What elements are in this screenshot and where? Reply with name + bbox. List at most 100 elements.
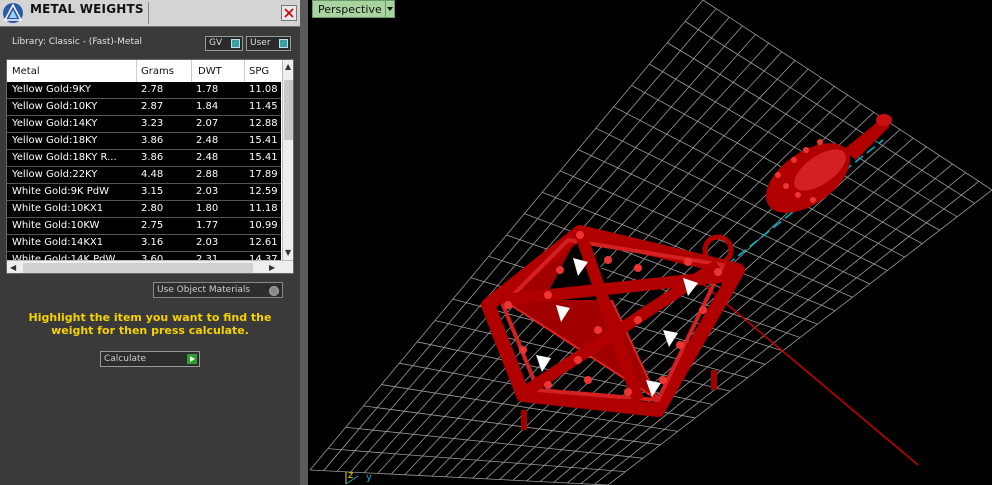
viewport-mode-tab[interactable]: Perspective — [312, 0, 388, 18]
star-of-david-pendant[interactable] — [481, 225, 745, 430]
user-indicator-icon — [279, 39, 288, 48]
col-header-dwt[interactable]: DWT — [198, 66, 222, 77]
col-header-spg[interactable]: SPG — [249, 66, 269, 77]
cell-dwt: 1.80 — [196, 203, 219, 214]
table-body: Yellow Gold:9KY 2.78 1.78 11.08 Yellow Gold:… — [7, 82, 281, 269]
cell-spg: 12.88 — [249, 118, 278, 129]
scroll-thumb[interactable] — [284, 80, 293, 140]
bail-model[interactable] — [754, 114, 892, 227]
cell-dwt: 2.03 — [196, 186, 219, 197]
scroll-up-icon[interactable]: ▲ — [285, 62, 291, 71]
gv-toggle[interactable]: GV — [205, 36, 243, 51]
matrix-logo-icon — [2, 2, 24, 24]
use-object-materials-label: Use Object Materials — [157, 285, 251, 295]
cell-grams: 2.87 — [141, 101, 164, 112]
radio-icon — [269, 286, 279, 296]
grid-line — [580, 172, 966, 484]
viewport-canvas[interactable]: z y — [308, 0, 992, 485]
col-divider — [136, 60, 137, 82]
panel-titlebar: METAL WEIGHTS — [0, 0, 300, 27]
scroll-right-icon[interactable]: ▶ — [269, 263, 275, 272]
cell-spg: 12.61 — [249, 237, 278, 248]
user-label: User — [250, 38, 271, 48]
cell-grams: 3.16 — [141, 237, 164, 248]
horizontal-scrollbar[interactable]: ◀ ▶ — [7, 260, 293, 273]
cell-grams: 2.80 — [141, 203, 164, 214]
table-row[interactable]: White Gold:10KX1 2.80 1.80 11.18 — [7, 201, 281, 218]
use-object-materials-toggle[interactable]: Use Object Materials — [153, 282, 283, 298]
col-divider — [191, 60, 192, 82]
play-arrow-icon — [187, 354, 197, 364]
cell-metal: Yellow Gold:14KY — [12, 118, 98, 129]
table-row[interactable]: Yellow Gold:18KY R... 3.86 2.48 15.41 — [7, 150, 281, 167]
hscroll-thumb[interactable] — [23, 263, 253, 273]
axis-y-label: y — [366, 472, 372, 483]
cell-dwt: 2.03 — [196, 237, 219, 248]
panel-title: METAL WEIGHTS — [30, 2, 144, 16]
cell-metal: White Gold:10KW — [12, 220, 100, 231]
metal-table: Metal Grams DWT SPG Yellow Gold:9KY 2.78 1… — [6, 59, 294, 274]
cell-grams: 2.78 — [141, 84, 164, 95]
perspective-viewport[interactable]: z y Perspective — [308, 0, 992, 485]
cell-metal: Yellow Gold:18KY R... — [12, 152, 117, 163]
col-header-metal[interactable]: Metal — [12, 66, 40, 77]
cell-spg: 11.18 — [249, 203, 278, 214]
col-header-grams[interactable]: Grams — [141, 66, 174, 77]
close-icon — [284, 8, 294, 18]
instruction-text: Highlight the item you want to find the … — [28, 311, 272, 337]
col-divider — [244, 60, 245, 82]
cell-metal: Yellow Gold:18KY — [12, 135, 98, 146]
cell-dwt: 1.77 — [196, 220, 219, 231]
grid-line — [594, 181, 980, 485]
library-label: Library: Classic - (Fast)-Metal — [12, 37, 143, 47]
axis-z-label: z — [348, 470, 353, 481]
cell-spg: 10.99 — [249, 220, 278, 231]
table-row[interactable]: Yellow Gold:9KY 2.78 1.78 11.08 — [7, 82, 281, 99]
grid-line — [631, 85, 923, 244]
gv-indicator-icon — [231, 39, 240, 48]
cell-grams: 3.86 — [141, 152, 164, 163]
calculate-button[interactable]: Calculate — [100, 351, 200, 367]
gv-label: GV — [209, 38, 223, 48]
cell-grams: 3.86 — [141, 135, 164, 146]
cell-dwt: 2.48 — [196, 152, 219, 163]
cell-dwt: 2.07 — [196, 118, 219, 129]
table-row[interactable]: Yellow Gold:18KY 3.86 2.48 15.41 — [7, 133, 281, 150]
cell-metal: Yellow Gold:9KY — [12, 84, 91, 95]
cell-dwt: 2.48 — [196, 135, 219, 146]
cell-dwt: 1.78 — [196, 84, 219, 95]
panel-splitter[interactable] — [300, 0, 308, 485]
scroll-down-icon[interactable]: ▼ — [285, 248, 291, 257]
table-header: Metal Grams DWT SPG — [7, 60, 281, 82]
title-divider — [148, 2, 149, 24]
cell-grams: 3.15 — [141, 186, 164, 197]
cell-grams: 2.75 — [141, 220, 164, 231]
cell-spg: 12.59 — [249, 186, 278, 197]
vertical-scrollbar[interactable]: ▲ ▼ — [282, 60, 293, 260]
cell-grams: 4.48 — [141, 169, 164, 180]
cell-metal: White Gold:10KX1 — [12, 203, 104, 214]
user-toggle[interactable]: User — [246, 36, 291, 51]
cell-spg: 15.41 — [249, 152, 278, 163]
table-row[interactable]: Yellow Gold:14KY 3.23 2.07 12.88 — [7, 116, 281, 133]
viewport-mode-dropdown[interactable] — [385, 0, 395, 18]
grid-line — [613, 106, 905, 258]
cell-metal: White Gold:14KX1 — [12, 237, 104, 248]
scroll-left-icon[interactable]: ◀ — [10, 263, 16, 272]
table-row[interactable]: White Gold:10KW 2.75 1.77 10.99 — [7, 218, 281, 235]
table-row[interactable]: Yellow Gold:22KY 4.48 2.88 17.89 — [7, 167, 281, 184]
table-row[interactable]: Yellow Gold:10KY 2.87 1.84 11.45 — [7, 99, 281, 116]
chevron-down-icon — [387, 7, 393, 11]
metal-weights-panel: METAL WEIGHTS Library: Classic - (Fast)-… — [0, 0, 300, 485]
cell-dwt: 2.88 — [196, 169, 219, 180]
cell-metal: Yellow Gold:10KY — [12, 101, 98, 112]
cell-dwt: 1.84 — [196, 101, 219, 112]
grid-line — [607, 189, 992, 485]
cell-spg: 17.89 — [249, 169, 278, 180]
cell-spg: 11.08 — [249, 84, 278, 95]
table-row[interactable]: White Gold:9K PdW 3.15 2.03 12.59 — [7, 184, 281, 201]
cell-spg: 15.41 — [249, 135, 278, 146]
cell-metal: Yellow Gold:22KY — [12, 169, 98, 180]
close-button[interactable] — [281, 5, 297, 21]
table-row[interactable]: White Gold:14KX1 3.16 2.03 12.61 — [7, 235, 281, 252]
